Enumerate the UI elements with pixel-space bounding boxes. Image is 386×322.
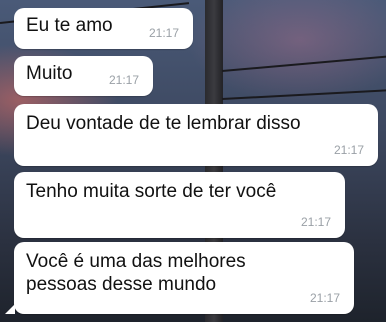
message-timestamp: 21:17 (309, 291, 340, 305)
bubble-tail (5, 304, 15, 314)
message-timestamp: 21:17 (108, 73, 139, 87)
message-timestamp: 21:17 (333, 143, 364, 157)
message-timestamp: 21:17 (300, 215, 331, 229)
message-timestamp: 21:17 (148, 26, 179, 40)
message-bubble[interactable]: Você é uma das melhores pessoas desse mu… (14, 242, 354, 314)
message-bubble[interactable]: Eu te amo 21:17 (14, 8, 193, 49)
message-bubble[interactable]: Deu vontade de te lembrar disso 21:17 (14, 104, 378, 166)
message-bubble[interactable]: Tenho muita sorte de ter você 21:17 (14, 172, 345, 238)
message-text-line: pessoas desse mundo (26, 274, 217, 295)
message-text: Tenho muita sorte de ter você (26, 181, 277, 202)
message-text: Deu vontade de te lembrar disso (26, 113, 301, 134)
message-bubble[interactable]: Muito 21:17 (14, 56, 153, 96)
message-text-line: Você é uma das melhores (26, 251, 246, 272)
